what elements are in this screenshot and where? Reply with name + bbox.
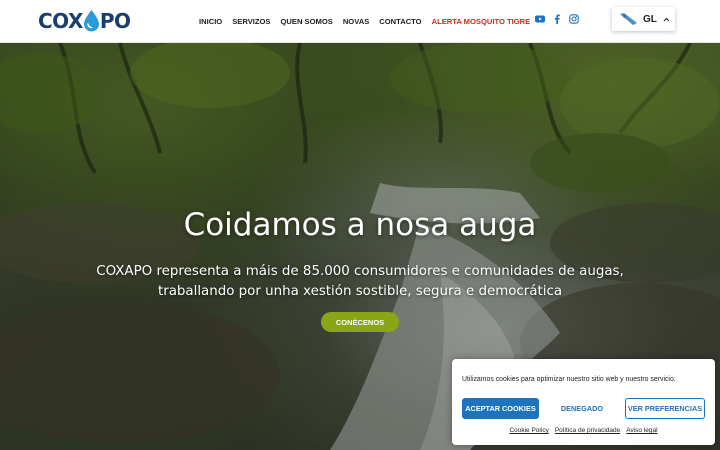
accept-cookies-button[interactable]: ACEPTAR COOKIES [462,398,539,419]
coneceños-button[interactable]: CONÉCENOS [321,312,399,332]
nav-servizos[interactable]: SERVIZOS [232,17,270,26]
view-preferences-button[interactable]: VER PREFERENCIAS [625,398,705,419]
hero-title: Coidamos a nosa auga [183,207,537,243]
language-label: GL [643,13,657,25]
privacy-policy-link[interactable]: Política de privacidade [555,427,620,434]
nav-inicio[interactable]: INICIO [199,17,222,26]
water-drop-icon [83,10,99,32]
galicia-flag-icon [620,13,637,25]
hero-subtitle-line-2: traballando por unha xestión sostible, s… [157,284,563,299]
logo-text-left: COX [38,9,83,33]
main-nav: INICIO SERVIZOS QUEN SOMOS NOVAS CONTACT… [199,0,540,43]
nav-quen-somos[interactable]: QUEN SOMOS [280,17,332,26]
logo-text-right: PO [99,9,131,33]
hero-subtitle-line-1: COXAPO representa a máis de 85.000 consu… [96,264,624,279]
site-header: COX PO INICIO SERVIZOS QUEN SOMOS NOVAS … [0,0,720,43]
site-logo[interactable]: COX PO [38,9,131,33]
youtube-icon[interactable] [535,14,545,24]
cookie-links: Cookie Policy Política de privacidade Av… [452,427,715,434]
legal-notice-link[interactable]: Aviso legal [626,427,657,434]
instagram-icon[interactable] [569,14,579,24]
nav-contacto[interactable]: CONTACTO [379,17,421,26]
language-selector[interactable]: GL [612,7,675,31]
social-links [535,14,579,24]
facebook-icon[interactable] [552,14,562,24]
chevron-up-icon [663,17,670,21]
deny-cookies-button[interactable]: DENEGADO [547,398,617,419]
nav-alerta-mosquito-tigre[interactable]: ALERTA MOSQUITO TIGRE [432,17,531,26]
cookie-message: Utilizamos cookies para optimizar nuestr… [462,376,676,383]
cookie-banner: Utilizamos cookies para optimizar nuestr… [452,359,715,445]
nav-novas[interactable]: NOVAS [343,17,369,26]
cookie-policy-link[interactable]: Cookie Policy [509,427,548,434]
hero-subtitle: COXAPO representa a máis de 85.000 consu… [60,262,660,302]
